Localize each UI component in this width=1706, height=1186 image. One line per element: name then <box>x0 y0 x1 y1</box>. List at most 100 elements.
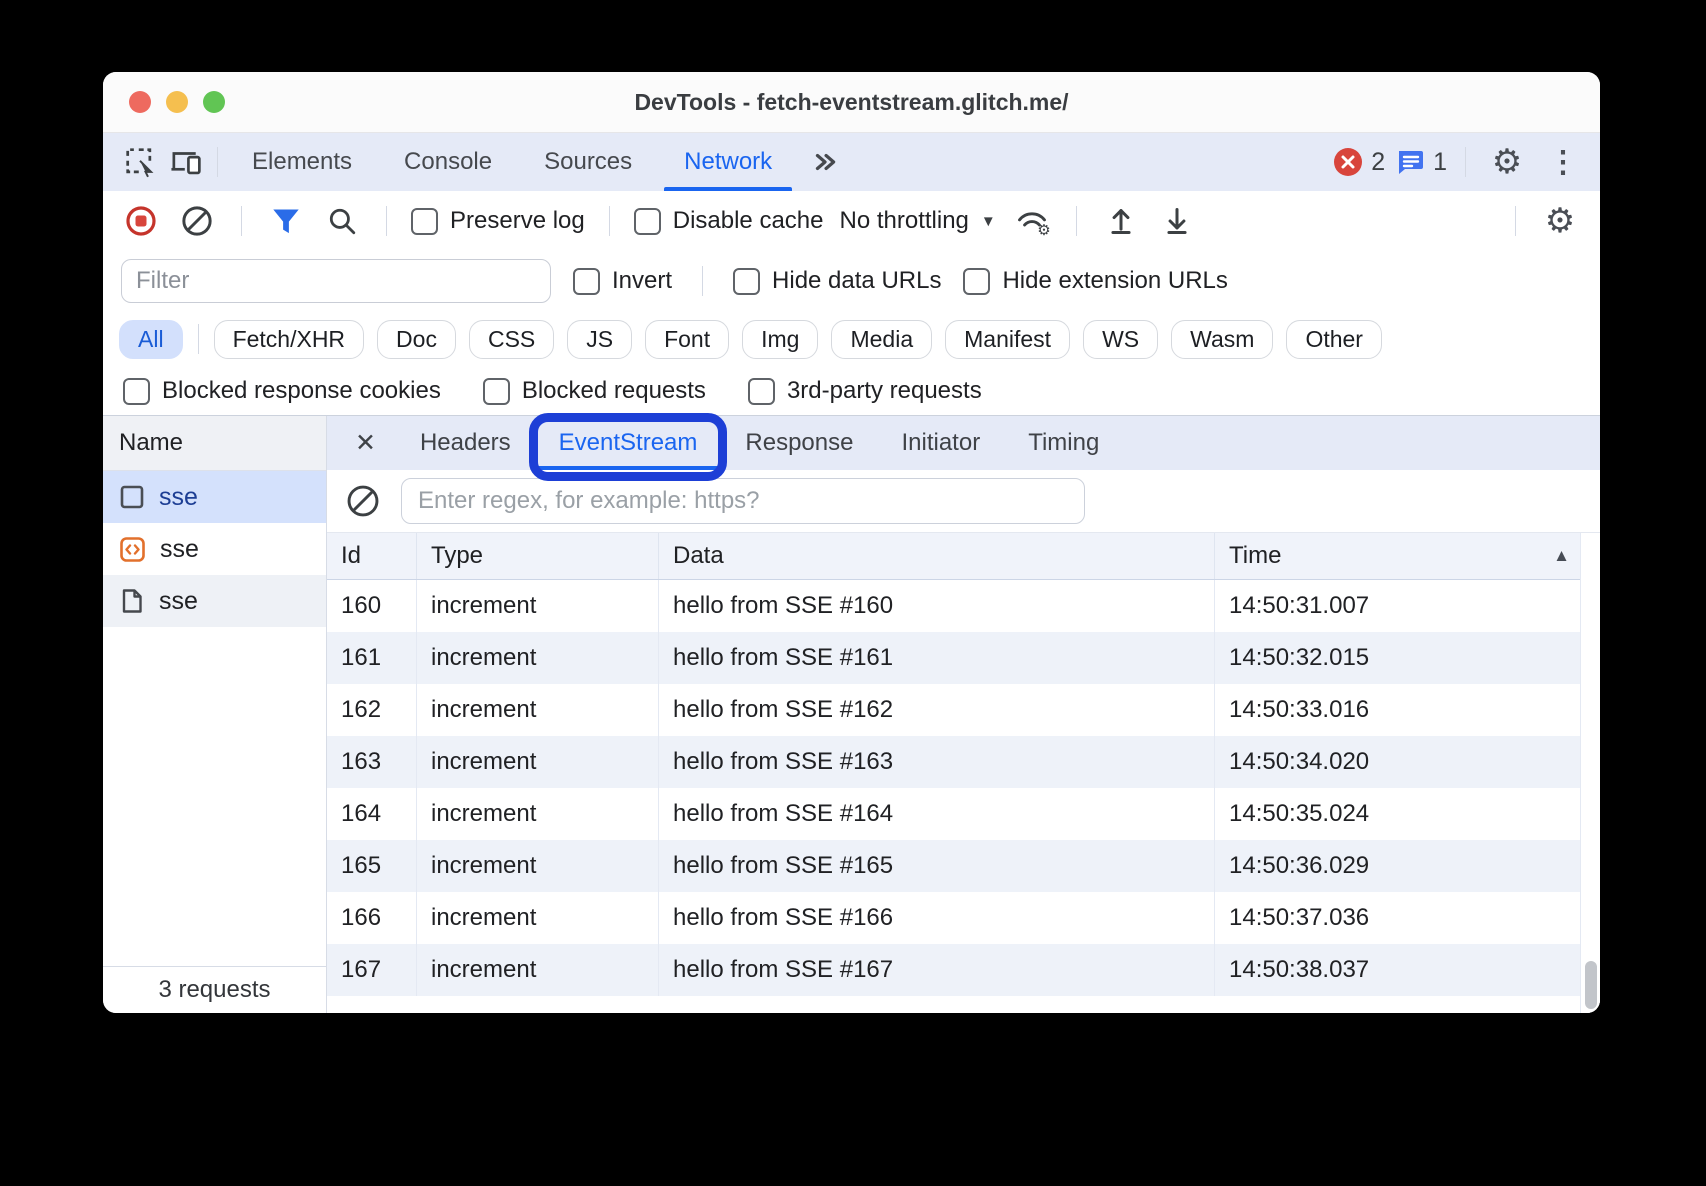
tab-response[interactable]: Response <box>721 416 877 470</box>
chip-img[interactable]: Img <box>742 320 818 359</box>
checkbox <box>733 268 760 295</box>
requests-summary: 3 requests <box>103 966 326 1013</box>
blocked-requests-checkbox[interactable]: Blocked requests <box>483 377 706 405</box>
disable-cache-checkbox[interactable]: Disable cache <box>634 207 824 235</box>
network-toolbar: Preserve log Disable cache No throttling… <box>103 191 1600 251</box>
filter-funnel-icon[interactable] <box>266 201 306 241</box>
tab-console[interactable]: Console <box>378 133 518 191</box>
chip-fetch-xhr[interactable]: Fetch/XHR <box>214 320 364 359</box>
search-icon[interactable] <box>322 201 362 241</box>
sort-ascending-icon: ▲ <box>1553 546 1570 566</box>
divider <box>198 324 199 354</box>
import-har-icon[interactable] <box>1101 201 1141 241</box>
filter-input[interactable] <box>121 259 551 303</box>
title-bar: DevTools - fetch-eventstream.glitch.me/ <box>103 72 1600 133</box>
hide-extension-urls-checkbox[interactable]: Hide extension URLs <box>963 267 1227 295</box>
table-row[interactable]: 160 increment hello from SSE #160 14:50:… <box>327 580 1600 632</box>
more-tabs-icon[interactable] <box>802 142 848 182</box>
divider <box>1076 206 1077 236</box>
regex-filter-input[interactable] <box>401 478 1085 524</box>
checkbox <box>123 378 150 405</box>
invert-checkbox[interactable]: Invert <box>573 267 672 295</box>
column-header-time[interactable]: Time ▲ <box>1215 533 1600 579</box>
tab-sources[interactable]: Sources <box>518 133 658 191</box>
chip-ws[interactable]: WS <box>1083 320 1158 359</box>
message-badge[interactable]: 1 <box>1395 147 1447 177</box>
message-icon <box>1395 147 1425 177</box>
clear-network-log-icon[interactable] <box>177 201 217 241</box>
request-row-sse-3[interactable]: sse <box>103 575 326 627</box>
table-row[interactable]: 162 increment hello from SSE #162 14:50:… <box>327 684 1600 736</box>
name-column-header[interactable]: Name <box>103 416 326 471</box>
record-network-log-button[interactable] <box>121 201 161 241</box>
tab-elements[interactable]: Elements <box>226 133 378 191</box>
checkbox <box>634 208 661 235</box>
request-type-filter-row: All Fetch/XHR Doc CSS JS Font Img Media … <box>103 311 1600 367</box>
chip-other[interactable]: Other <box>1286 320 1382 359</box>
chip-doc[interactable]: Doc <box>377 320 456 359</box>
divider <box>1515 206 1516 236</box>
third-party-requests-checkbox[interactable]: 3rd-party requests <box>748 377 982 405</box>
checkbox <box>748 378 775 405</box>
checkbox <box>483 378 510 405</box>
chip-manifest[interactable]: Manifest <box>945 320 1070 359</box>
table-row[interactable]: 163 increment hello from SSE #163 14:50:… <box>327 736 1600 788</box>
request-detail-panel: ✕ Headers EventStream Response Initiator… <box>327 416 1600 1013</box>
chevron-down-icon: ▼ <box>981 213 996 230</box>
scrollbar-thumb[interactable] <box>1585 961 1597 1009</box>
table-row[interactable]: 166 increment hello from SSE #166 14:50:… <box>327 892 1600 944</box>
throttling-select[interactable]: No throttling ▼ <box>839 207 995 235</box>
error-badge[interactable]: 2 <box>1333 147 1385 177</box>
vertical-scrollbar[interactable] <box>1580 533 1600 1013</box>
main-tab-bar: Elements Console Sources Network 2 <box>103 133 1600 191</box>
request-list-empty-area <box>103 627 326 966</box>
kebab-menu-icon[interactable]: ⋮ <box>1540 142 1586 182</box>
blocked-response-cookies-checkbox[interactable]: Blocked response cookies <box>123 377 441 405</box>
chip-media[interactable]: Media <box>831 320 932 359</box>
request-list-panel: Name sse sse sse <box>103 416 327 1013</box>
export-har-icon[interactable] <box>1157 201 1197 241</box>
filter-row: Invert Hide data URLs Hide extension URL… <box>103 251 1600 311</box>
hide-data-urls-checkbox[interactable]: Hide data URLs <box>733 267 941 295</box>
tab-timing[interactable]: Timing <box>1004 416 1123 470</box>
error-icon <box>1333 147 1363 177</box>
request-row-sse-2[interactable]: sse <box>103 523 326 575</box>
column-header-data[interactable]: Data <box>659 533 1215 579</box>
table-row[interactable]: 165 increment hello from SSE #165 14:50:… <box>327 840 1600 892</box>
chip-js[interactable]: JS <box>567 320 632 359</box>
column-header-id[interactable]: Id <box>327 533 417 579</box>
tab-eventstream[interactable]: EventStream <box>535 416 722 470</box>
device-toolbar-icon[interactable] <box>163 142 209 182</box>
close-detail-icon[interactable]: ✕ <box>335 428 396 458</box>
clear-events-icon[interactable] <box>343 481 383 521</box>
inspect-element-icon[interactable] <box>117 142 163 182</box>
square-icon <box>119 484 145 510</box>
window-title: DevTools - fetch-eventstream.glitch.me/ <box>103 89 1600 116</box>
chip-all[interactable]: All <box>119 320 183 359</box>
code-icon <box>119 536 146 563</box>
divider <box>609 206 610 236</box>
request-row-sse-1[interactable]: sse <box>103 471 326 523</box>
blocked-filters-row: Blocked response cookies Blocked request… <box>103 367 1600 416</box>
checkbox <box>963 268 990 295</box>
table-row[interactable]: 161 increment hello from SSE #161 14:50:… <box>327 632 1600 684</box>
tab-headers[interactable]: Headers <box>396 416 535 470</box>
settings-gear-icon[interactable]: ⚙ <box>1484 142 1530 182</box>
network-conditions-icon[interactable]: ⚙ <box>1012 201 1052 241</box>
table-header-row: Id Type Data Time ▲ <box>327 533 1600 580</box>
gear-mini-icon: ⚙ <box>1037 221 1050 239</box>
chip-css[interactable]: CSS <box>469 320 554 359</box>
tab-network[interactable]: Network <box>658 133 798 191</box>
divider <box>217 147 218 177</box>
divider <box>386 206 387 236</box>
table-row[interactable]: 164 increment hello from SSE #164 14:50:… <box>327 788 1600 840</box>
detail-tab-bar: ✕ Headers EventStream Response Initiator… <box>327 416 1600 470</box>
network-settings-gear-icon[interactable]: ⚙ <box>1540 201 1580 241</box>
tab-initiator[interactable]: Initiator <box>877 416 1004 470</box>
table-row[interactable]: 167 increment hello from SSE #167 14:50:… <box>327 944 1600 996</box>
chip-wasm[interactable]: Wasm <box>1171 320 1273 359</box>
error-count: 2 <box>1371 148 1385 177</box>
chip-font[interactable]: Font <box>645 320 729 359</box>
preserve-log-checkbox[interactable]: Preserve log <box>411 207 585 235</box>
column-header-type[interactable]: Type <box>417 533 659 579</box>
